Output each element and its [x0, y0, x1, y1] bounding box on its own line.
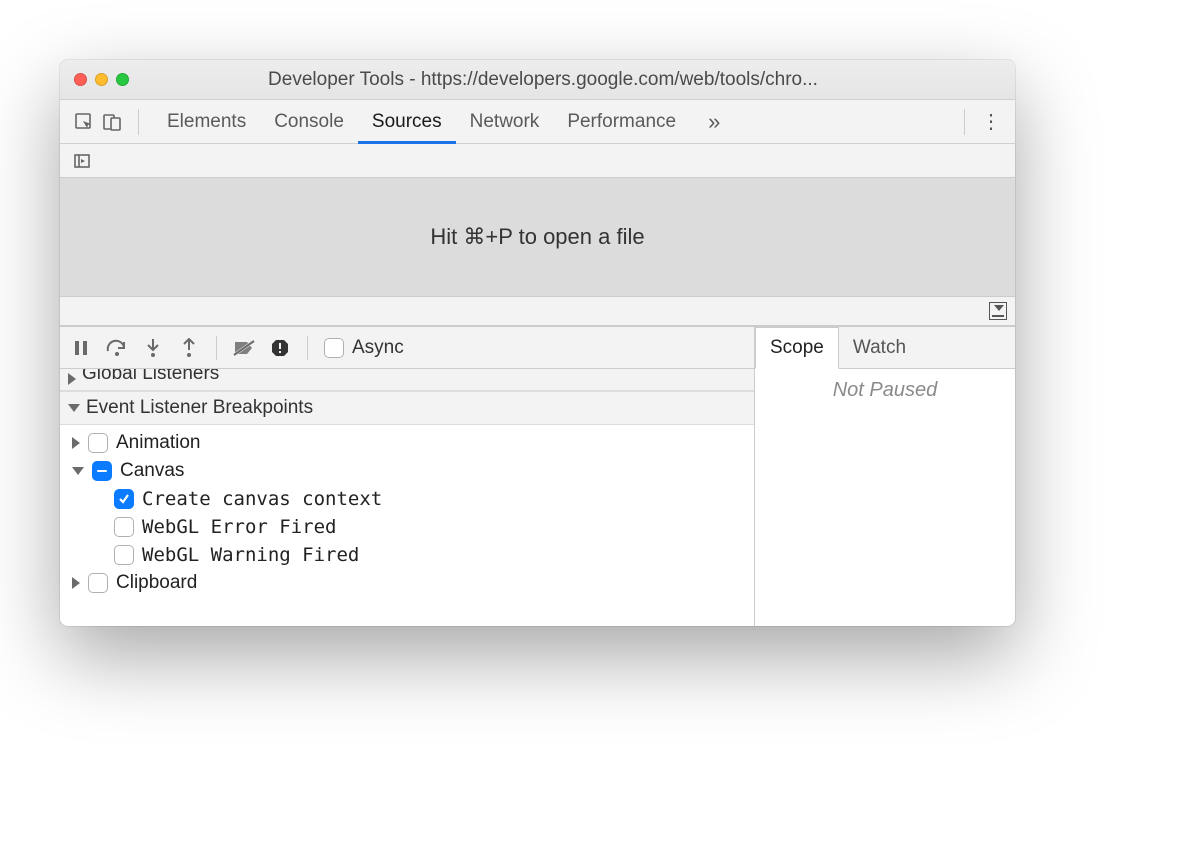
open-file-hint: Hit ⌘+P to open a file: [60, 178, 1015, 296]
pause-on-exceptions-icon[interactable]: [269, 337, 291, 359]
window-title: Developer Tools - https://developers.goo…: [145, 69, 1001, 91]
device-toolbar-icon[interactable]: [100, 110, 124, 134]
separator: [216, 336, 217, 360]
checkbox[interactable]: [88, 573, 108, 593]
category-animation[interactable]: Animation: [60, 429, 754, 457]
category-label: Canvas: [120, 460, 184, 482]
debugger-toolbar: Async: [60, 327, 754, 369]
show-navigator-icon[interactable]: [70, 149, 94, 173]
sources-subbar: [60, 144, 1015, 178]
tab-sources[interactable]: Sources: [358, 100, 456, 144]
expand-drawer-icon[interactable]: [989, 302, 1007, 320]
tab-console[interactable]: Console: [260, 100, 358, 144]
event-listener-breakpoints-header[interactable]: Event Listener Breakpoints: [60, 391, 754, 425]
checkbox[interactable]: [114, 489, 134, 509]
tab-elements[interactable]: Elements: [153, 100, 260, 144]
drawer-bar: [60, 296, 1015, 326]
disclosure-triangle-icon: [68, 404, 80, 412]
breakpoint-label: Create canvas context: [142, 488, 382, 510]
step-into-icon[interactable]: [142, 337, 164, 359]
checkbox[interactable]: [92, 461, 112, 481]
disclosure-triangle-icon: [72, 467, 84, 475]
debugger-pane: Async Global Listeners Event Listener Br…: [60, 326, 1015, 626]
minitab-scope[interactable]: Scope: [755, 327, 839, 369]
minitab-watch[interactable]: Watch: [839, 327, 920, 368]
checkbox[interactable]: [88, 433, 108, 453]
category-canvas[interactable]: Canvas: [60, 457, 754, 485]
zoom-window-button[interactable]: [116, 73, 129, 86]
not-paused-message: Not Paused: [755, 369, 1015, 412]
category-label: Animation: [116, 432, 201, 454]
step-over-icon[interactable]: [106, 337, 128, 359]
more-tabs-button[interactable]: »: [700, 109, 728, 135]
global-listeners-header[interactable]: Global Listeners: [60, 369, 754, 391]
checkbox[interactable]: [114, 545, 134, 565]
devtools-window: Developer Tools - https://developers.goo…: [60, 60, 1015, 626]
debugger-left-pane: Async Global Listeners Event Listener Br…: [60, 327, 755, 626]
scope-watch-pane: ScopeWatch Not Paused: [755, 327, 1015, 626]
checkbox[interactable]: [114, 517, 134, 537]
pause-icon[interactable]: [70, 337, 92, 359]
minimize-window-button[interactable]: [95, 73, 108, 86]
breakpoint-label: WebGL Warning Fired: [142, 544, 359, 566]
breakpoint-item[interactable]: Create canvas context: [60, 485, 754, 513]
kebab-menu-icon[interactable]: ⋮: [979, 110, 1003, 134]
breakpoint-item[interactable]: WebGL Error Fired: [60, 513, 754, 541]
breakpoint-item[interactable]: WebGL Warning Fired: [60, 541, 754, 569]
step-out-icon[interactable]: [178, 337, 200, 359]
disclosure-triangle-icon: [72, 577, 80, 589]
category-label: Clipboard: [116, 572, 197, 594]
tab-network[interactable]: Network: [456, 100, 554, 144]
separator: [307, 336, 308, 360]
tab-performance[interactable]: Performance: [553, 100, 690, 144]
titlebar: Developer Tools - https://developers.goo…: [60, 60, 1015, 100]
async-label: Async: [352, 337, 404, 359]
event-listener-breakpoints-label: Event Listener Breakpoints: [86, 397, 313, 419]
deactivate-breakpoints-icon[interactable]: [233, 337, 255, 359]
event-listener-tree: Animation Canvas Create canvas context WebG…: [60, 425, 754, 601]
separator: [964, 109, 965, 135]
global-listeners-label: Global Listeners: [82, 369, 219, 385]
scope-watch-tabs: ScopeWatch: [755, 327, 1015, 369]
inspect-element-icon[interactable]: [72, 110, 96, 134]
category-clipboard[interactable]: Clipboard: [60, 569, 754, 597]
disclosure-triangle-icon: [68, 373, 76, 385]
async-checkbox-wrap[interactable]: Async: [324, 337, 404, 359]
breakpoint-label: WebGL Error Fired: [142, 516, 336, 538]
async-checkbox[interactable]: [324, 338, 344, 358]
disclosure-triangle-icon: [72, 437, 80, 449]
main-tabbar: ElementsConsoleSourcesNetworkPerformance…: [60, 100, 1015, 144]
separator: [138, 109, 139, 135]
window-controls: [74, 73, 129, 86]
close-window-button[interactable]: [74, 73, 87, 86]
